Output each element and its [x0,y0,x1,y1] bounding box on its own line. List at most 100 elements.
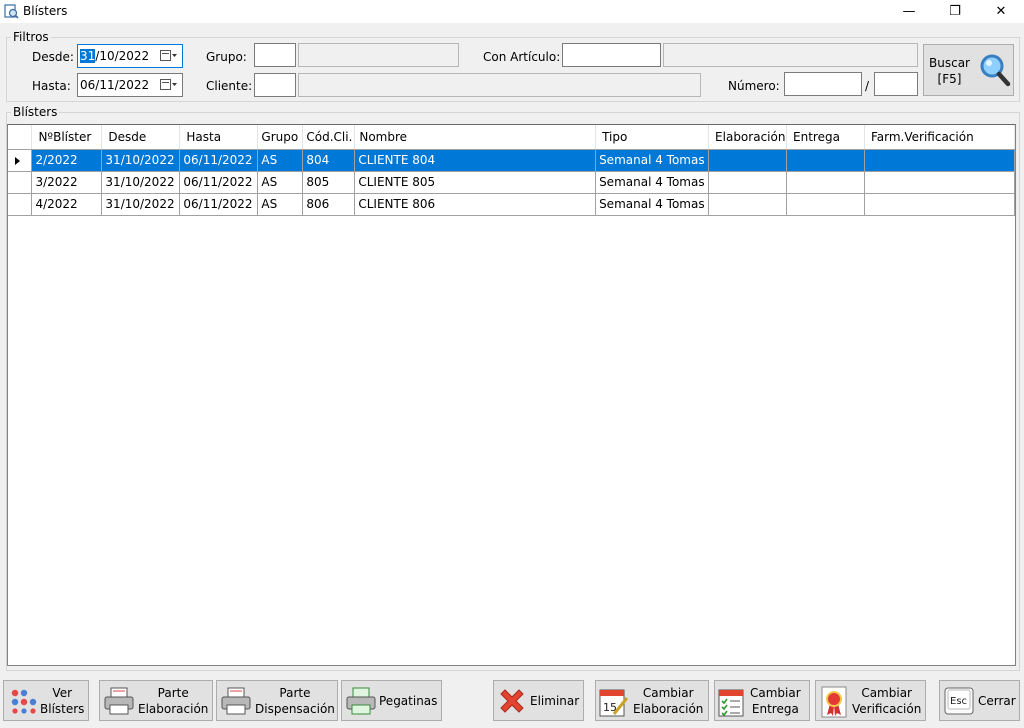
blisters-group-title: Blísters [11,105,60,119]
cell[interactable] [786,193,865,216]
cell[interactable]: Semanal 4 Tomas [595,149,710,172]
cliente-code-field[interactable] [254,73,296,97]
maximize-button[interactable]: ❐ [932,0,978,23]
desde-selected-text: 31 [80,49,96,63]
cell[interactable]: 3/2022 [31,171,103,194]
pegatinas-button[interactable]: Pegatinas [341,680,442,721]
column-header[interactable]: Tipo [595,125,710,150]
column-header[interactable]: Desde [101,125,181,150]
articulo-code-field[interactable] [562,43,661,67]
cell[interactable] [708,193,788,216]
numero-year-field[interactable] [874,72,918,96]
numero-label: Número: [728,79,780,93]
cambiar-entrega-label-2: Entrega [751,702,799,716]
calendar-dropdown-icon[interactable] [160,79,178,91]
cell[interactable] [708,171,788,194]
cell[interactable]: CLIENTE 806 [354,193,597,216]
cambiar-verificacion-label-1: Cambiar [861,686,912,700]
label-printer-icon [346,687,376,715]
desde-date-field[interactable]: 31/10/2022 [77,44,183,68]
cell[interactable]: 805 [302,171,356,194]
blisters-table: NºBlíster Desde Hasta Grupo Cód.Cli. Nom… [8,125,1016,216]
delete-x-icon [500,689,524,713]
cell[interactable] [864,149,1016,172]
cell[interactable] [864,193,1016,216]
column-header[interactable]: NºBlíster [31,125,103,150]
cliente-name-field [298,73,701,97]
cell[interactable]: 06/11/2022 [179,149,259,172]
cell[interactable]: AS [257,149,304,172]
table-row[interactable]: 3/2022 31/10/2022 06/11/2022 AS 805 CLIE… [8,171,1016,194]
cell[interactable]: Semanal 4 Tomas [595,171,710,194]
ver-blisters-label-2: Blísters [40,702,85,716]
blisters-icon [11,689,37,714]
cambiar-elaboracion-button[interactable]: 15 Cambiar Elaboración [595,680,709,721]
parte-dispensacion-label-2: Dispensación [255,702,335,716]
cambiar-entrega-button[interactable]: Cambiar Entrega [714,680,810,721]
cell[interactable]: 06/11/2022 [179,171,259,194]
cerrar-button[interactable]: Esc Cerrar [939,680,1020,721]
buscar-shortcut: [F5] [937,72,962,86]
app-icon [4,4,19,19]
articulo-label: Con Artículo: [483,50,561,64]
calendar-edit-icon: 15 [599,689,629,717]
cambiar-entrega-label-1: Cambiar [750,686,801,700]
column-header[interactable]: Cód.Cli. [302,125,356,150]
row-indicator[interactable] [8,171,33,194]
table-row[interactable]: 2/2022 31/10/2022 06/11/2022 AS 804 CLIE… [8,149,1016,172]
buscar-button[interactable]: Buscar [F5] [923,44,1014,96]
parte-dispensacion-button[interactable]: Parte Dispensación [216,680,338,721]
cell[interactable] [786,171,865,194]
cell[interactable] [708,149,788,172]
cambiar-elaboracion-label-2: Elaboración [633,702,704,716]
calendar-dropdown-icon[interactable] [160,50,178,62]
printer-icon [104,687,134,715]
printer-icon [221,687,251,715]
cell[interactable]: 31/10/2022 [101,193,181,216]
cell[interactable]: AS [257,193,304,216]
grupo-code-field[interactable] [254,43,296,67]
cerrar-label: Cerrar [978,694,1016,708]
column-header[interactable]: Nombre [354,125,597,150]
cell[interactable]: 31/10/2022 [101,171,181,194]
column-header[interactable]: Hasta [179,125,259,150]
minimize-button[interactable]: — [886,0,932,23]
cell[interactable] [864,171,1016,194]
close-window-button[interactable]: ✕ [978,0,1024,23]
column-header[interactable]: Grupo [257,125,304,150]
blisters-grid[interactable]: NºBlíster Desde Hasta Grupo Cód.Cli. Nom… [7,124,1016,666]
cliente-label: Cliente: [206,79,253,93]
table-row[interactable]: 4/2022 31/10/2022 06/11/2022 AS 806 CLIE… [8,193,1016,216]
column-header[interactable]: Entrega [786,125,865,150]
cell[interactable]: 4/2022 [31,193,103,216]
numero-separator: / [865,79,870,93]
parte-elaboracion-label-2: Elaboración [138,702,209,716]
column-header[interactable]: Elaboración [708,125,788,150]
column-header[interactable]: Farm.Verificación [864,125,1016,150]
cell[interactable]: AS [257,171,304,194]
cell[interactable]: 806 [302,193,356,216]
cell[interactable]: CLIENTE 804 [354,149,597,172]
checklist-calendar-icon [718,689,744,717]
hasta-date-field[interactable]: 06/11/2022 [77,73,183,97]
row-indicator-header [8,125,33,150]
minimize-icon: — [902,4,916,19]
magnifier-icon [980,54,1011,87]
cell[interactable]: 06/11/2022 [179,193,259,216]
cell[interactable] [786,149,865,172]
row-indicator[interactable] [8,149,33,172]
cell[interactable]: Semanal 4 Tomas [595,193,710,216]
cell[interactable]: 2/2022 [31,149,103,172]
esc-key-icon: Esc [944,687,974,715]
row-indicator[interactable] [8,193,33,216]
grupo-label: Grupo: [206,50,247,64]
parte-dispensacion-label-1: Parte [279,686,311,700]
ver-blisters-button[interactable]: Ver Blísters [3,680,89,721]
cell[interactable]: 804 [302,149,356,172]
numero-field[interactable] [784,72,862,96]
cell[interactable]: 31/10/2022 [101,149,181,172]
eliminar-button[interactable]: Eliminar [493,680,584,721]
cell[interactable]: CLIENTE 805 [354,171,597,194]
cambiar-verificacion-button[interactable]: Cambiar Verificación [815,680,926,721]
parte-elaboracion-button[interactable]: Parte Elaboración [99,680,213,721]
